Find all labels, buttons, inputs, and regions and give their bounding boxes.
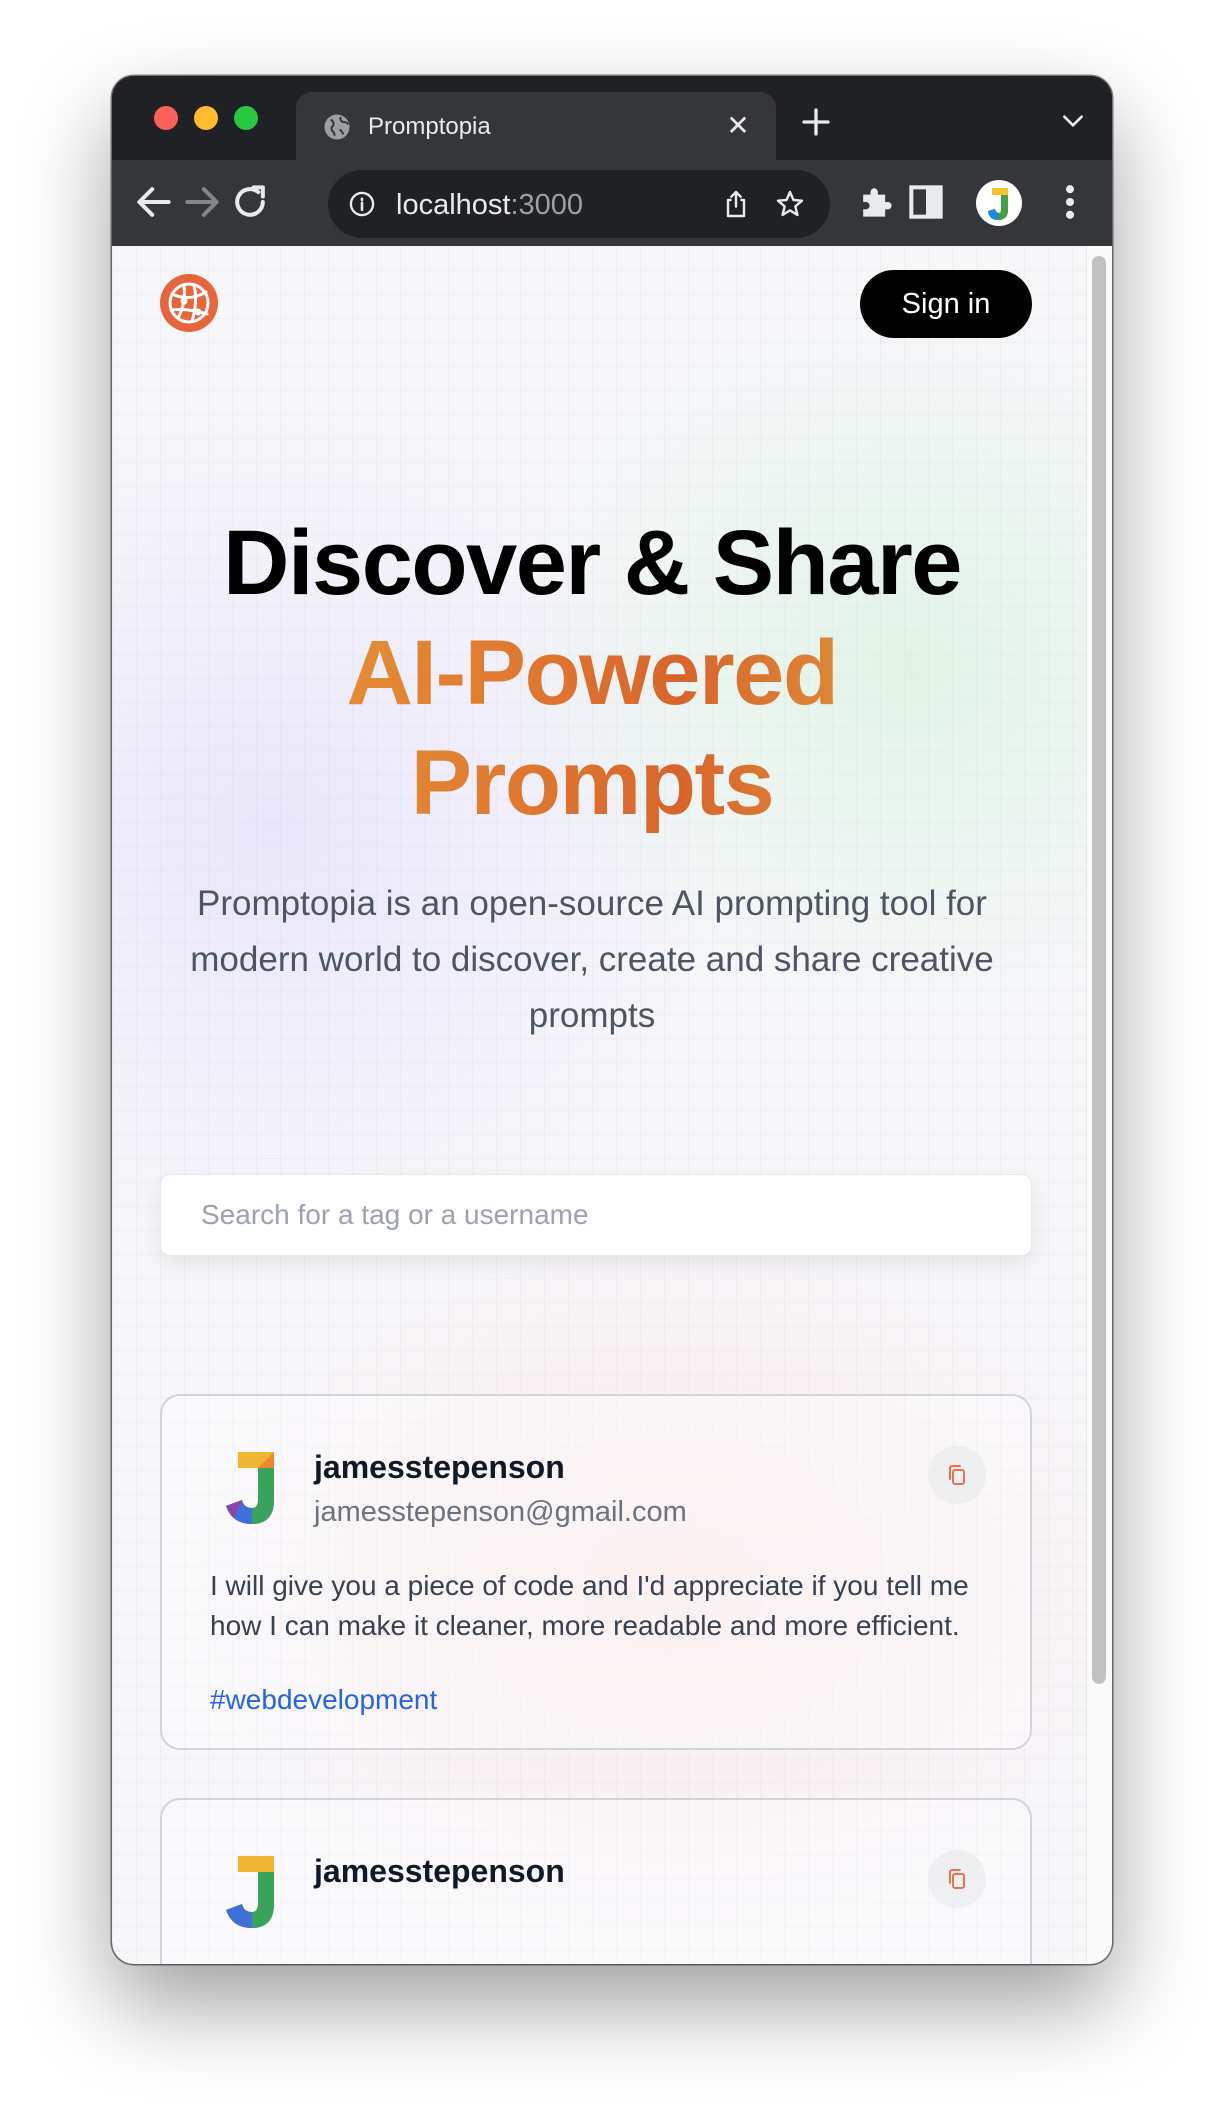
card-email: jamesstepenson@gmail.com xyxy=(314,1496,687,1528)
copy-icon xyxy=(949,1869,965,1889)
copy-button[interactable] xyxy=(928,1446,986,1504)
back-arrow-icon[interactable] xyxy=(132,180,176,224)
url-text: localhost:3000 xyxy=(396,189,584,221)
minimize-window-button[interactable] xyxy=(194,106,218,130)
bookmark-star-icon[interactable] xyxy=(774,188,806,220)
side-panel-icon[interactable] xyxy=(904,180,948,224)
card-prompt-text: I will give you a piece of code and I'd … xyxy=(210,1570,969,1641)
globe-icon xyxy=(324,114,350,140)
globe-network-icon[interactable] xyxy=(158,272,220,334)
browser-tab[interactable]: Promptopia ✕ xyxy=(296,92,776,160)
profile-j-icon xyxy=(988,188,1008,220)
card-tag-link[interactable]: #webdevelopment xyxy=(210,1682,437,1718)
tab-title: Promptopia xyxy=(368,113,491,140)
user-avatar[interactable] xyxy=(220,1448,280,1528)
new-tab-icon[interactable] xyxy=(798,104,834,140)
card-username[interactable]: jamesstepenson xyxy=(314,1448,565,1486)
prompt-card: jamesstepenson jamesstepenson@gmail.com … xyxy=(160,1394,1032,1750)
info-icon[interactable] xyxy=(348,190,376,218)
hero-section: Discover & Share AI-Powered Prompts Prom… xyxy=(152,508,1032,1044)
copy-icon xyxy=(949,1465,965,1485)
hero-title-gradient-line1: AI-Powered xyxy=(152,618,1032,728)
search-input[interactable] xyxy=(160,1174,1032,1256)
prompt-card: jamesstepenson xyxy=(160,1798,1032,1964)
close-window-button[interactable] xyxy=(154,106,178,130)
tab-strip: Promptopia ✕ xyxy=(112,76,1112,160)
address-bar[interactable]: localhost:3000 xyxy=(328,170,830,238)
browser-toolbar: localhost:3000 xyxy=(112,160,1112,246)
copy-button[interactable] xyxy=(928,1850,986,1908)
user-avatar[interactable] xyxy=(220,1852,280,1932)
hero-title: Discover & Share AI-Powered Prompts xyxy=(152,508,1032,838)
card-username[interactable]: jamesstepenson xyxy=(314,1852,565,1890)
reload-icon[interactable] xyxy=(228,180,272,224)
hero-title-line1: Discover & Share xyxy=(223,512,962,614)
hero-description: Promptopia is an open-source AI promptin… xyxy=(190,884,994,1035)
forward-arrow-icon[interactable] xyxy=(180,180,224,224)
chevron-down-icon[interactable] xyxy=(1060,110,1086,132)
maximize-window-button[interactable] xyxy=(234,106,258,130)
browser-window: Promptopia ✕ localhost:3000 Sign in Disc… xyxy=(112,76,1112,1964)
hero-title-gradient-line2: Prompts xyxy=(152,728,1032,838)
share-icon[interactable] xyxy=(720,188,752,220)
close-tab-icon[interactable]: ✕ xyxy=(722,110,754,142)
extensions-puzzle-icon[interactable] xyxy=(854,180,898,224)
page-viewport: Sign in Discover & Share AI-Powered Prom… xyxy=(112,246,1112,1964)
sign-in-button[interactable]: Sign in xyxy=(860,270,1032,338)
profile-avatar[interactable] xyxy=(976,180,1022,226)
scrollbar-thumb[interactable] xyxy=(1092,256,1106,1684)
scrollbar[interactable] xyxy=(1086,246,1112,1964)
kebab-menu-icon[interactable] xyxy=(1050,180,1090,224)
